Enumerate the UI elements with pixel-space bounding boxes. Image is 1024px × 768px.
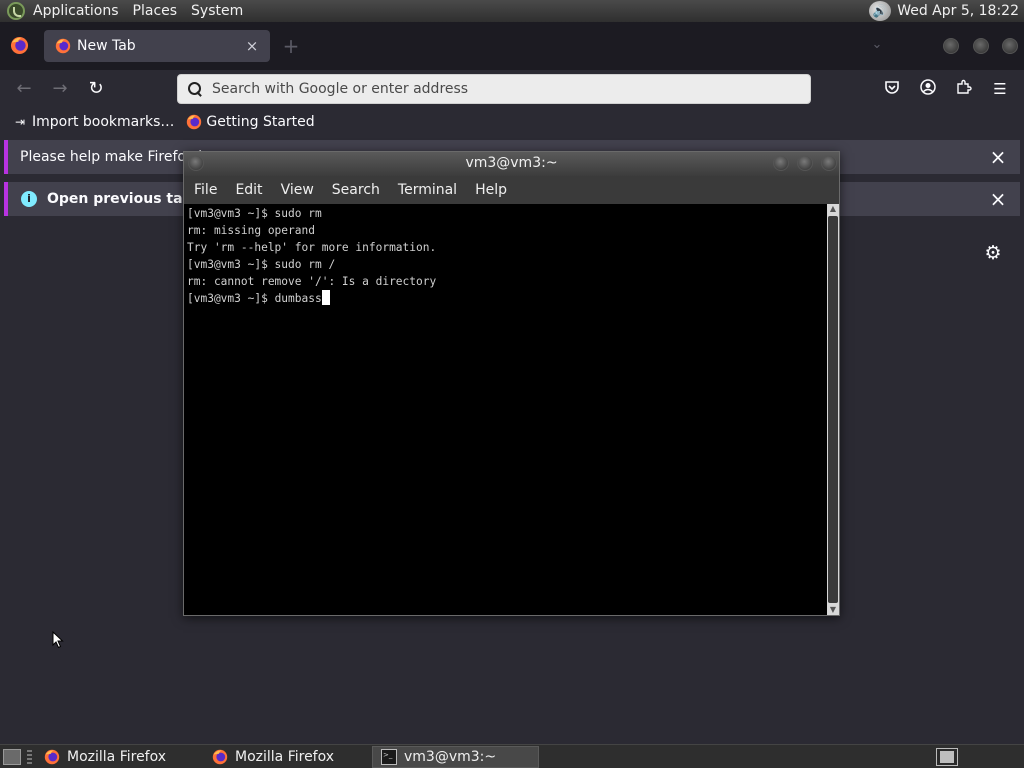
places-menu[interactable]: Places bbox=[131, 3, 186, 19]
bookmarks-bar: ⇥ Import bookmarks… Getting Started bbox=[0, 108, 1024, 136]
close-window-button[interactable] bbox=[1002, 38, 1018, 54]
panel-grip bbox=[27, 749, 32, 764]
bookmark-import[interactable]: ⇥ Import bookmarks… bbox=[12, 114, 174, 130]
volume-icon[interactable]: 🔊 bbox=[869, 1, 892, 21]
taskbar-label: Mozilla Firefox bbox=[67, 748, 167, 765]
menu-search[interactable]: Search bbox=[323, 182, 389, 198]
terminal-line: [vm3@vm3 ~]$ sudo rm bbox=[187, 207, 322, 220]
menu-file[interactable]: File bbox=[184, 182, 226, 198]
import-icon: ⇥ bbox=[14, 115, 26, 129]
system-menu[interactable]: System bbox=[189, 3, 251, 19]
distro-logo-icon[interactable] bbox=[7, 2, 25, 20]
show-desktop-button[interactable] bbox=[3, 748, 21, 765]
tab-strip: New Tab × + ⌄ bbox=[0, 22, 1024, 70]
terminal-line: rm: missing operand bbox=[187, 224, 315, 237]
bookmark-getting-started[interactable]: Getting Started bbox=[186, 114, 315, 130]
mouse-pointer-icon bbox=[52, 631, 64, 649]
menu-help[interactable]: Help bbox=[466, 182, 516, 198]
tab-title: New Tab bbox=[77, 38, 136, 54]
firefox-icon bbox=[187, 114, 202, 130]
list-all-tabs-icon[interactable]: ⌄ bbox=[868, 37, 886, 55]
menu-edit[interactable]: Edit bbox=[226, 182, 271, 198]
terminal-titlebar[interactable]: vm3@vm3:~ bbox=[184, 152, 839, 176]
terminal-window: vm3@vm3:~ File Edit View Search Terminal… bbox=[183, 151, 840, 616]
maximize-button[interactable] bbox=[973, 38, 989, 54]
taskbar-label: vm3@vm3:~ bbox=[404, 748, 497, 765]
search-icon bbox=[187, 81, 203, 97]
menu-terminal[interactable]: Terminal bbox=[389, 182, 466, 198]
firefox-icon bbox=[212, 749, 228, 764]
info-icon: i bbox=[21, 191, 37, 207]
taskbar-item-firefox[interactable]: Mozilla Firefox bbox=[204, 746, 366, 768]
gear-icon[interactable]: ⚙ bbox=[983, 243, 1003, 263]
maximize-button[interactable] bbox=[797, 155, 813, 171]
new-tab-button[interactable]: + bbox=[280, 35, 302, 57]
terminal-icon: >_ bbox=[381, 748, 397, 765]
workspace-switcher[interactable] bbox=[936, 748, 958, 766]
terminal-output[interactable]: [vm3@vm3 ~]$ sudo rm rm: missing operand T… bbox=[184, 204, 827, 615]
firefox-icon bbox=[44, 749, 60, 764]
menu-icon[interactable]: ☰ bbox=[990, 79, 1010, 99]
forward-button[interactable]: → bbox=[49, 78, 71, 100]
scroll-down-icon[interactable]: ▼ bbox=[827, 605, 839, 615]
terminal-title: vm3@vm3:~ bbox=[465, 155, 558, 171]
terminal-prompt: [vm3@vm3 ~]$ bbox=[187, 292, 275, 305]
taskbar-item-terminal[interactable]: >_ vm3@vm3:~ bbox=[372, 745, 539, 768]
menu-view[interactable]: View bbox=[272, 182, 323, 198]
tab-new-tab[interactable]: New Tab × bbox=[44, 30, 270, 62]
top-panel: Applications Places System 🔊 Wed Apr 5, … bbox=[0, 0, 1024, 22]
pocket-icon[interactable] bbox=[882, 79, 902, 99]
close-window-button[interactable] bbox=[821, 155, 837, 171]
close-icon[interactable]: × bbox=[988, 147, 1008, 167]
bookmark-label: Import bookmarks… bbox=[32, 114, 175, 130]
account-icon[interactable] bbox=[918, 79, 938, 99]
firefox-icon[interactable] bbox=[10, 36, 29, 55]
terminal-line: Try 'rm --help' for more information. bbox=[187, 241, 437, 254]
back-button[interactable]: ← bbox=[13, 78, 35, 100]
taskbar-item-firefox[interactable]: Mozilla Firefox bbox=[36, 746, 198, 768]
firefox-icon bbox=[55, 38, 71, 54]
terminal-menubar: File Edit View Search Terminal Help bbox=[184, 176, 839, 204]
minimize-button[interactable] bbox=[943, 38, 959, 54]
applications-menu[interactable]: Applications bbox=[31, 3, 127, 19]
clock[interactable]: Wed Apr 5, 18:22 bbox=[897, 3, 1019, 19]
scrollbar[interactable]: ▲ ▼ bbox=[827, 204, 839, 615]
text-cursor bbox=[321, 290, 330, 305]
extensions-icon[interactable] bbox=[954, 79, 974, 99]
url-bar[interactable] bbox=[177, 74, 811, 104]
bookmark-label: Getting Started bbox=[206, 114, 315, 130]
scroll-up-icon[interactable]: ▲ bbox=[827, 204, 839, 214]
terminal-current-input: dumbass bbox=[274, 292, 322, 305]
terminal-line: [vm3@vm3 ~]$ sudo rm / bbox=[187, 258, 336, 271]
taskbar-label: Mozilla Firefox bbox=[235, 748, 335, 765]
scrollbar-thumb[interactable] bbox=[828, 216, 838, 603]
minimize-button[interactable] bbox=[773, 155, 789, 171]
terminal-line: rm: cannot remove '/': Is a directory bbox=[187, 275, 437, 288]
close-icon[interactable]: × bbox=[988, 189, 1008, 209]
url-input[interactable] bbox=[212, 81, 810, 97]
bottom-panel: Mozilla Firefox Mozilla Firefox >_ vm3@v… bbox=[0, 744, 1024, 768]
reload-button[interactable]: ↻ bbox=[85, 78, 107, 100]
close-tab-icon[interactable]: × bbox=[242, 37, 262, 55]
nav-bar: ← → ↻ ☰ bbox=[0, 70, 1024, 108]
terminal-input-line: [vm3@vm3 ~]$ dumbass bbox=[187, 290, 827, 307]
